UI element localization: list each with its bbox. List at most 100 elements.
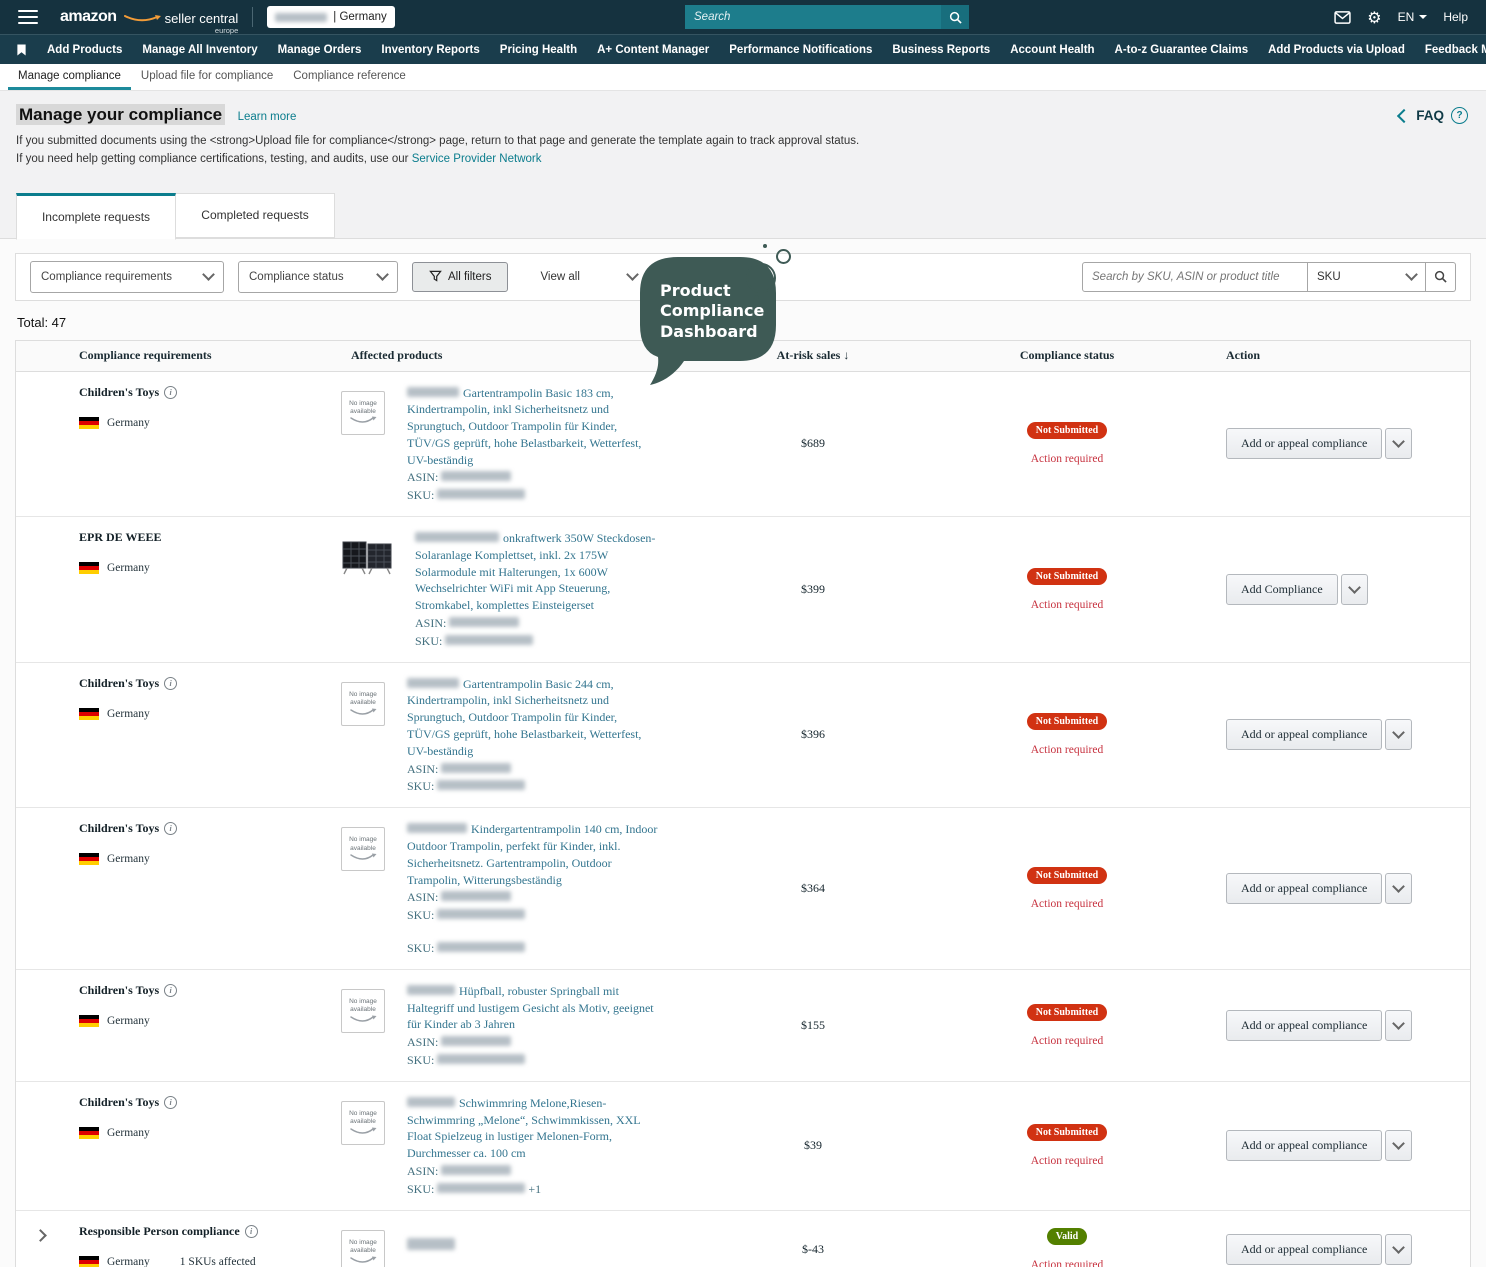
expand-row-icon[interactable] [34,1229,47,1242]
nav-item-a-to-z-guarantee-claims[interactable]: A-to-z Guarantee Claims [1105,44,1259,56]
country-label: Germany [107,1127,150,1139]
global-search-input[interactable] [685,5,941,29]
asin-line: ASIN: [407,1163,659,1180]
subnav-item-compliance-reference[interactable]: Compliance reference [283,64,416,90]
collapse-faq-icon[interactable] [1397,108,1411,122]
tab-completed-requests[interactable]: Completed requests [176,193,335,238]
action-dropdown-button[interactable] [1341,574,1368,605]
col-header-at-risk-sales[interactable]: At-risk sales ↓ [758,348,928,363]
no-image-placeholder: No imageavailable [341,1101,385,1145]
nav-item-pricing-health[interactable]: Pricing Health [490,44,587,56]
settings-gear-icon[interactable]: ⚙ [1367,8,1381,27]
service-provider-network-link[interactable]: Service Provider Network [412,153,542,165]
country-label: Germany [107,708,150,720]
subnav-item-manage-compliance[interactable]: Manage compliance [8,64,131,90]
info-icon[interactable]: i [164,386,177,399]
view-all-dropdown[interactable]: View all [540,271,636,283]
info-icon[interactable]: i [164,1096,177,1109]
at-risk-sales-value: $-43 [758,1211,928,1267]
view-all-label: View all [540,271,579,283]
table-search-input[interactable] [1082,262,1308,292]
nav-item-manage-orders[interactable]: Manage Orders [268,44,372,56]
nav-item-add-products[interactable]: Add Products [37,44,132,56]
compliance-status-badge: Not Submitted [1027,422,1108,439]
action-required-note: Action required [1031,1259,1104,1267]
global-search-button[interactable] [941,5,969,29]
language-selector[interactable]: EN [1398,10,1428,24]
faq-help-icon[interactable]: ? [1451,107,1468,124]
asin-line: ASIN: [415,615,667,632]
info-icon[interactable]: i [164,822,177,835]
no-image-placeholder: No imageavailable [341,391,385,435]
table-row-7: Responsible Person compliancei Germany 1… [16,1211,1470,1267]
requests-tabs: Incomplete requestsCompleted requests [16,193,1486,239]
germany-flag-icon [79,1256,99,1267]
sku-line: SKU: [407,907,659,924]
all-filters-button[interactable]: All filters [412,262,508,292]
nav-item-account-health[interactable]: Account Health [1000,44,1104,56]
divider [252,7,253,27]
col-header-compliance-requirements: Compliance requirements [64,348,336,363]
help-link[interactable]: Help [1443,10,1468,24]
nav-item-inventory-reports[interactable]: Inventory Reports [371,44,489,56]
bookmark-icon[interactable] [16,43,27,57]
germany-flag-icon [79,1015,99,1027]
product-title-link[interactable]: Kindergartentrampolin 140 cm, Indoor Out… [407,822,657,886]
table-row-5: Children's Toysi Germany No imageavailab… [16,970,1470,1082]
amazon-logo-text: amazon [60,9,117,25]
compliance-status-badge: Not Submitted [1027,713,1108,730]
messages-icon[interactable] [1334,11,1351,24]
hamburger-menu-icon[interactable] [18,10,38,24]
info-icon[interactable]: i [245,1225,258,1238]
asin-line: ASIN: [407,469,659,486]
brand-redacted [407,678,459,688]
info-icon[interactable]: i [164,677,177,690]
add-or-appeal-compliance-button[interactable]: Add or appeal compliance [1226,428,1382,459]
nav-item-manage-all-inventory[interactable]: Manage All Inventory [132,44,267,56]
add-or-appeal-compliance-button[interactable]: Add or appeal compliance [1226,873,1382,904]
action-dropdown-button[interactable] [1385,428,1412,459]
table-row-3: Children's Toysi Germany No imageavailab… [16,663,1470,809]
info-icon[interactable]: i [164,984,177,997]
product-title-link[interactable]: Schwimmring Melone,Riesen-Schwimmring „M… [407,1096,640,1160]
no-image-placeholder: No imageavailable [341,989,385,1033]
at-risk-sales-value: $399 [758,517,928,662]
nav-item-add-products-via-upload[interactable]: Add Products via Upload [1258,44,1415,56]
more-skus-link[interactable]: +1 [528,1182,541,1196]
compliance-status-badge: Not Submitted [1027,1004,1108,1021]
sku-line: SKU: [407,1052,659,1069]
funnel-icon [429,270,442,283]
no-image-placeholder: No imageavailable [341,827,385,871]
product-title-link[interactable]: Gartentrampolin Basic 183 cm, Kindertram… [407,386,641,467]
action-dropdown-button[interactable] [1385,1130,1412,1161]
compliance-requirements-filter[interactable]: Compliance requirements [30,261,224,293]
subnav-item-upload-file-for-compliance[interactable]: Upload file for compliance [131,64,283,90]
account-switcher[interactable]: | Germany [267,6,394,28]
learn-more-link[interactable]: Learn more [238,111,297,123]
add-or-appeal-compliance-button[interactable]: Add or appeal compliance [1226,1130,1382,1161]
action-dropdown-button[interactable] [1385,1010,1412,1041]
tab-incomplete-requests[interactable]: Incomplete requests [16,193,176,240]
nav-item-a-content-manager[interactable]: A+ Content Manager [587,44,719,56]
action-dropdown-button[interactable] [1385,1234,1412,1265]
add-or-appeal-compliance-button[interactable]: Add or appeal compliance [1226,719,1382,750]
compliance-status-filter[interactable]: Compliance status [238,261,398,293]
add-or-appeal-compliance-button[interactable]: Add or appeal compliance [1226,1234,1382,1265]
nav-item-performance-notifications[interactable]: Performance Notifications [719,44,882,56]
nav-item-business-reports[interactable]: Business Reports [882,44,1000,56]
action-dropdown-button[interactable] [1385,719,1412,750]
search-type-select[interactable]: SKU [1308,262,1426,292]
sku-line: SKU: [407,940,659,957]
at-risk-sales-value: $39 [758,1082,928,1210]
table-search-button[interactable] [1426,262,1456,292]
compliance-status-badge: Not Submitted [1027,867,1108,884]
nav-item-feedback-manager[interactable]: Feedback Manager [1415,44,1486,56]
amazon-seller-central-logo[interactable]: amazon seller centraleurope [60,9,238,25]
add-compliance-button[interactable]: Add Compliance [1226,574,1338,605]
action-dropdown-button[interactable] [1385,873,1412,904]
product-title-link[interactable]: Gartentrampolin Basic 244 cm, Kindertram… [407,677,641,758]
add-or-appeal-compliance-button[interactable]: Add or appeal compliance [1226,1010,1382,1041]
compliance-status-badge: Not Submitted [1027,568,1108,585]
product-title-link[interactable]: onkraftwerk 350W Steckdosen-Solaranlage … [415,531,655,612]
product-title-link[interactable]: Hüpfball, robuster Springball mit Halteg… [407,984,654,1032]
